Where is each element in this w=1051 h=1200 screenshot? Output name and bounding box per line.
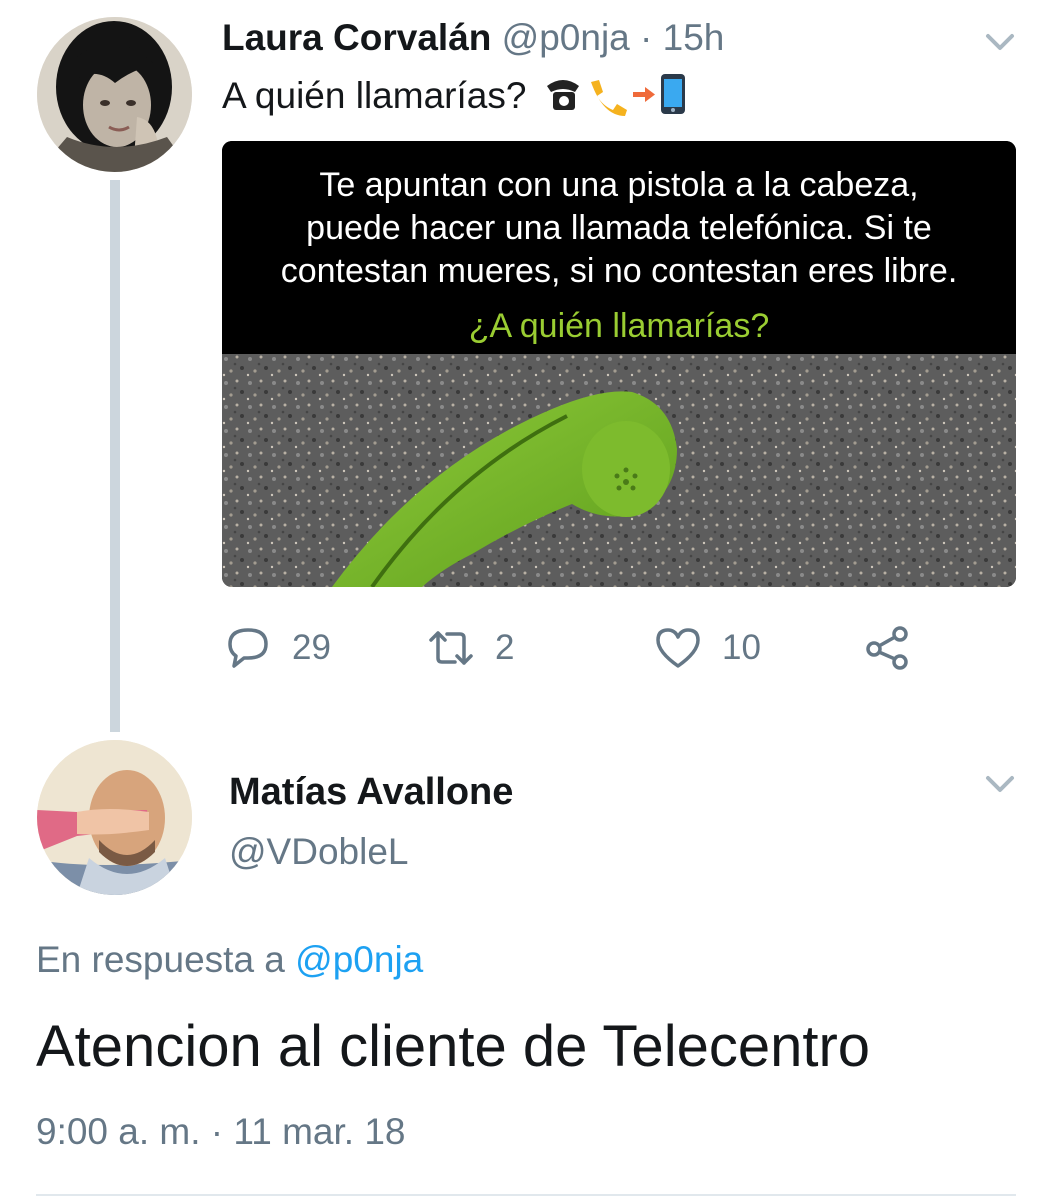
author-name[interactable]: Matías Avallone — [229, 768, 513, 816]
tweet2-text: Atencion al cliente de Telecentro — [36, 1014, 871, 1079]
mobile-phone-icon — [660, 74, 685, 114]
avatar-matias-avallone[interactable] — [37, 740, 192, 895]
tweet-timestamp[interactable]: 9:00 a. m. · 11 mar. 18 — [36, 1108, 406, 1156]
retweet-button[interactable]: 2 — [425, 620, 514, 676]
reply-count: 29 — [292, 628, 331, 667]
tweet-time[interactable]: 15h — [663, 17, 725, 58]
reply-prefix: En respuesta a — [36, 939, 285, 980]
media-caption-line: contestan mueres, si no contestan eres l… — [280, 252, 958, 290]
emoji-sequence — [545, 72, 691, 128]
divider — [36, 1194, 1016, 1196]
media-caption-line: Te apuntan con una pistola a la cabeza, — [319, 166, 919, 204]
like-button[interactable]: 10 — [652, 620, 761, 676]
media-caption-line: puede hacer una llamada telefónica. Si t… — [306, 209, 932, 247]
avatar-image — [37, 17, 192, 172]
retweet-count: 2 — [495, 628, 515, 667]
share-icon — [866, 626, 908, 670]
media-caption-question: ¿A quién llamarías? — [468, 307, 770, 345]
author-name[interactable]: Laura Corvalán — [222, 17, 491, 58]
like-count: 10 — [722, 628, 761, 667]
reply-button[interactable]: 29 — [222, 620, 331, 676]
author-handle[interactable]: @VDobleL — [229, 828, 409, 876]
avatar-image — [37, 740, 192, 895]
heart-icon — [656, 628, 700, 668]
arrow-right-icon — [632, 87, 655, 102]
thread-connector-line — [110, 180, 120, 732]
author-handle[interactable]: @p0nja — [502, 17, 630, 58]
tweet1-text: A quién llamarías? — [222, 72, 691, 128]
reply-context: En respuesta a @p0nja — [36, 936, 423, 984]
reply-to-handle-link[interactable]: @p0nja — [295, 939, 423, 980]
share-button[interactable] — [862, 620, 914, 676]
header-separator: · — [640, 17, 653, 58]
media-caption-panel: Te apuntan con una pistola a la cabeza, … — [222, 141, 1016, 354]
chevron-down-icon[interactable] — [980, 764, 1020, 804]
tweet1-header: Laura Corvalán @p0nja · 15h — [222, 14, 724, 62]
tweet-media-image[interactable]: Te apuntan con una pistola a la cabeza, … — [222, 141, 1016, 587]
retweet-icon — [429, 631, 473, 665]
telephone-receiver-icon — [590, 80, 627, 116]
avatar-laura-corvalan[interactable] — [37, 17, 192, 172]
telephone-icon — [546, 80, 579, 110]
green-phone-receiver-photo — [222, 354, 1016, 587]
tweet-text: A quién llamarías? — [222, 75, 527, 116]
reply-icon — [228, 628, 268, 668]
chevron-down-icon[interactable] — [980, 22, 1020, 62]
